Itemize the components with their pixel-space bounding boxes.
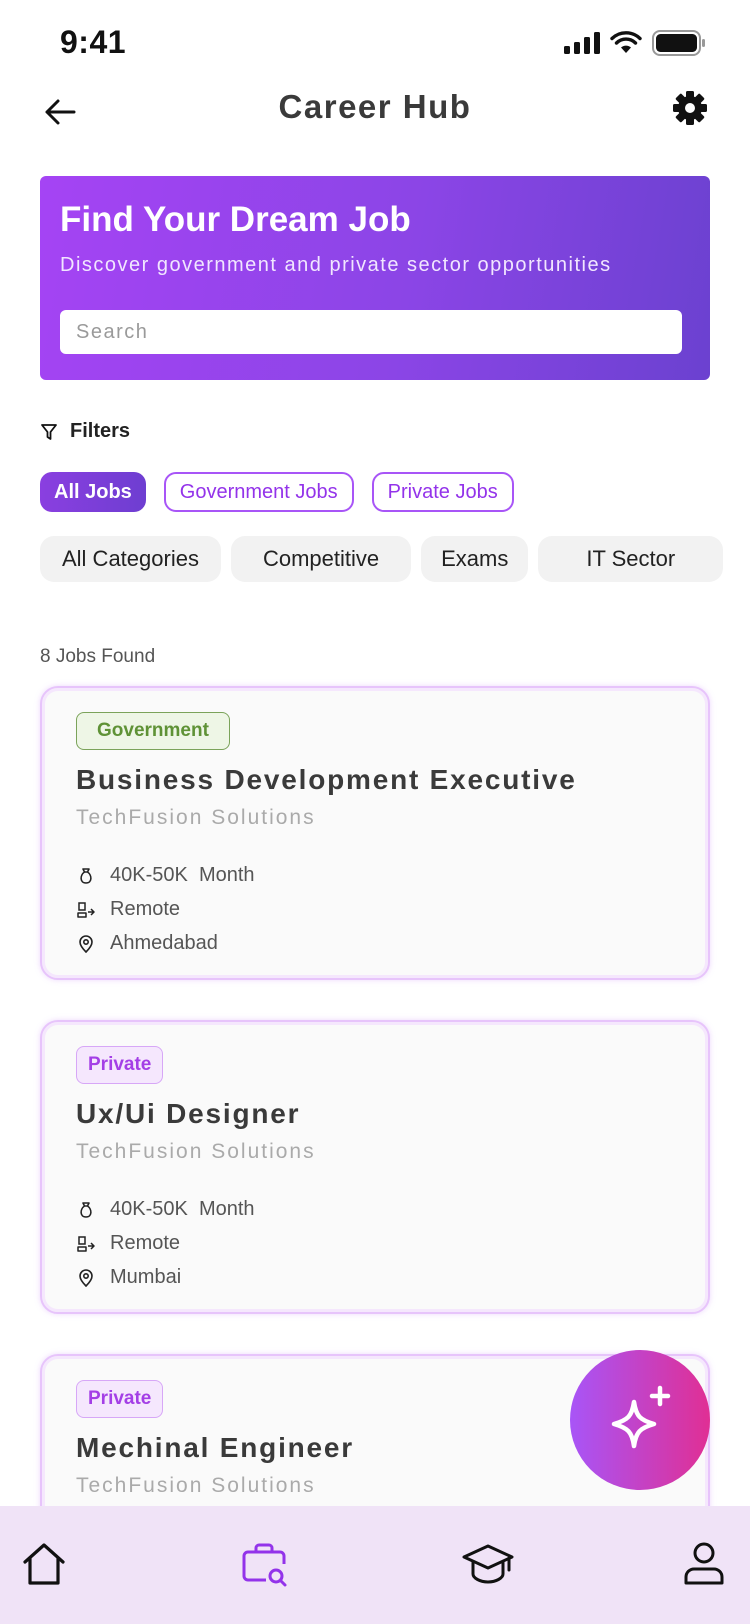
nav-home[interactable] — [16, 1536, 72, 1592]
battery-icon — [652, 30, 705, 56]
filters-label: Filters — [70, 420, 131, 442]
profile-icon — [684, 1542, 724, 1585]
chip-all-jobs[interactable]: All Jobs — [40, 472, 146, 512]
category-chips: All Categories Competitive Exams IT Sect… — [40, 536, 724, 582]
category-competitive[interactable]: Competitive — [230, 536, 412, 582]
remote-work-icon — [76, 1234, 96, 1254]
location-pin-icon — [76, 1268, 96, 1288]
hero-subtitle: Discover government and private sector o… — [60, 254, 612, 276]
money-bag-icon — [76, 866, 96, 886]
job-title: Business Development Executive — [76, 764, 577, 795]
job-salary: 40K-50K Month — [76, 864, 255, 887]
work-mode-text: Remote — [110, 1232, 181, 1254]
job-type-badge: Private — [76, 1046, 164, 1084]
jobs-count: 8 Jobs Found — [40, 646, 156, 667]
salary-text: 40K-50K Month — [110, 864, 255, 886]
category-it-sector[interactable]: IT Sector — [538, 536, 724, 582]
status-bar: 9:41 — [0, 0, 750, 90]
job-work-mode: Remote — [76, 1232, 180, 1255]
job-title: Mechinal Engineer — [76, 1432, 354, 1463]
location-pin-icon — [76, 934, 96, 954]
job-type-chips: All Jobs Government Jobs Private Jobs — [40, 472, 514, 512]
location-text: Mumbai — [110, 1266, 182, 1288]
job-card[interactable]: Private Ux/Ui Designer TechFusion Soluti… — [40, 1020, 710, 1314]
job-location: Ahmedabad — [76, 932, 218, 955]
job-salary: 40K-50K Month — [76, 1198, 255, 1221]
app-header: Career Hub — [0, 80, 750, 160]
money-bag-icon — [76, 1200, 96, 1220]
job-work-mode: Remote — [76, 898, 180, 921]
bottom-nav — [0, 1506, 750, 1624]
search-input[interactable] — [60, 310, 682, 354]
nav-jobs[interactable] — [236, 1536, 292, 1592]
status-time: 9:41 — [60, 24, 127, 60]
wifi-icon — [610, 31, 642, 53]
company-name: TechFusion Solutions — [76, 1140, 316, 1163]
nav-learning[interactable] — [460, 1536, 516, 1592]
remote-work-icon — [76, 900, 96, 920]
category-exams[interactable]: Exams — [421, 536, 529, 582]
ai-assistant-button[interactable] — [570, 1350, 710, 1490]
sparkle-icon — [611, 1385, 671, 1449]
hero-banner: Find Your Dream Job Discover government … — [40, 176, 710, 380]
job-search-icon — [242, 1543, 287, 1587]
job-type-badge: Government — [76, 712, 230, 750]
gear-icon — [673, 91, 707, 125]
settings-button[interactable] — [672, 90, 712, 130]
home-icon — [23, 1543, 65, 1585]
status-icons — [564, 30, 706, 56]
job-type-badge: Private — [76, 1380, 164, 1418]
chip-government-jobs[interactable]: Government Jobs — [163, 472, 354, 512]
salary-text: 40K-50K Month — [110, 1198, 255, 1220]
job-title: Ux/Ui Designer — [76, 1098, 301, 1129]
category-all[interactable]: All Categories — [40, 536, 221, 582]
filter-icon — [41, 423, 57, 440]
nav-profile[interactable] — [676, 1536, 732, 1592]
job-card[interactable]: Government Business Development Executiv… — [40, 686, 710, 980]
company-name: TechFusion Solutions — [76, 806, 316, 829]
job-location: Mumbai — [76, 1266, 181, 1289]
hero-title: Find Your Dream Job — [60, 200, 411, 239]
signal-icon — [564, 32, 600, 54]
page-title: Career Hub — [278, 88, 472, 125]
work-mode-text: Remote — [110, 898, 181, 920]
location-text: Ahmedabad — [110, 932, 218, 954]
chip-private-jobs[interactable]: Private Jobs — [371, 472, 514, 512]
company-name: TechFusion Solutions — [76, 1474, 316, 1497]
graduation-cap-icon — [462, 1544, 514, 1584]
filters-header[interactable]: Filters — [40, 420, 130, 443]
